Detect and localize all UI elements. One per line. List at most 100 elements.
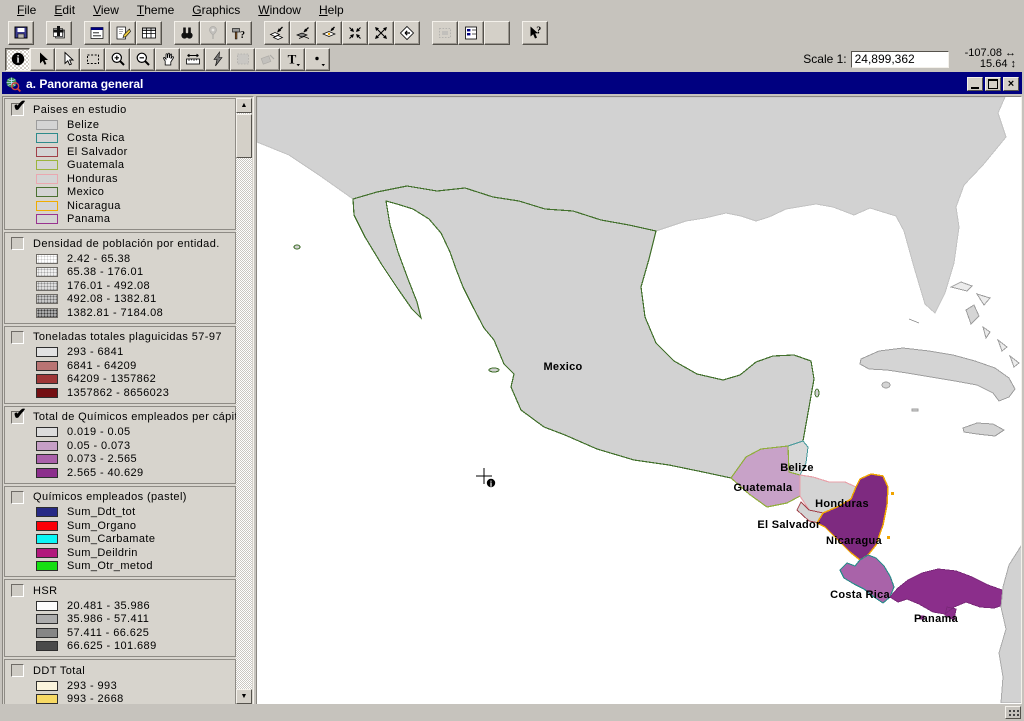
- legend-scrollbar[interactable]: ▲ ▼: [236, 98, 252, 704]
- map-label: Costa Rica: [830, 589, 890, 601]
- view-globe-icon: [5, 76, 21, 92]
- theme-checkbox[interactable]: [11, 103, 24, 116]
- legend-class-label: 2.42 - 65.38: [67, 253, 131, 265]
- map-label: El Salvador: [757, 519, 820, 531]
- scroll-down-button[interactable]: ▼: [236, 689, 252, 704]
- theme-checkbox[interactable]: [11, 237, 24, 250]
- zoom-active-theme-button[interactable]: [290, 21, 316, 45]
- theme-table-button[interactable]: [458, 21, 484, 45]
- text-button[interactable]: T: [280, 48, 305, 71]
- draw-point-button[interactable]: [305, 48, 330, 71]
- zoom-full-extent-icon: [269, 25, 285, 41]
- clear-selection-button[interactable]: [255, 48, 280, 71]
- scale-input[interactable]: [851, 51, 949, 68]
- vertical-arrow-icon: ↕: [1011, 58, 1017, 70]
- find-button[interactable]: [174, 21, 200, 45]
- legend-class-label: 492.08 - 1382.81: [67, 293, 157, 305]
- scrollbar-thumb[interactable]: [236, 114, 252, 158]
- status-bar: [0, 704, 1024, 721]
- hotlink-icon: [210, 51, 226, 67]
- menu-help[interactable]: Help: [310, 1, 353, 19]
- minimize-button[interactable]: [967, 77, 983, 91]
- svg-text:T: T: [287, 52, 296, 67]
- theme-checkbox[interactable]: [11, 411, 24, 424]
- legend-class-label: Nicaragua: [67, 200, 121, 212]
- pointer-button[interactable]: [30, 48, 55, 71]
- blank-button[interactable]: [484, 21, 510, 45]
- query-builder-button[interactable]: ?: [226, 21, 252, 45]
- theme-title[interactable]: Toneladas totales plaguicidas 57-97: [33, 331, 222, 343]
- save-project-button[interactable]: [8, 21, 34, 45]
- legend-class-row: 0.019 - 0.05: [36, 426, 233, 440]
- legend-class-label: 57.411 - 66.625: [67, 627, 149, 639]
- legend-class-row: Mexico: [36, 186, 233, 200]
- scroll-up-button[interactable]: ▲: [236, 98, 252, 113]
- help-pointer-button[interactable]: ?: [522, 21, 548, 45]
- theme-properties-button[interactable]: [84, 21, 110, 45]
- menu-theme[interactable]: Theme: [128, 1, 183, 19]
- theme-checkbox[interactable]: [11, 584, 24, 597]
- zoom-selected-button[interactable]: [316, 21, 342, 45]
- zoom-previous-button[interactable]: [394, 21, 420, 45]
- theme-table-icon: [463, 25, 479, 41]
- legend-swatch: [36, 254, 58, 264]
- locate-button[interactable]: [200, 21, 226, 45]
- vertex-edit-button[interactable]: [55, 48, 80, 71]
- view-titlebar[interactable]: a. Panorama general ×: [2, 74, 1022, 94]
- legend-class-row: 0.073 - 2.565: [36, 453, 233, 467]
- legend-swatch: [36, 694, 58, 704]
- maximize-button[interactable]: [985, 77, 1001, 91]
- scale-label: Scale 1:: [803, 52, 846, 66]
- zoom-out-fixed-button[interactable]: [368, 21, 394, 45]
- select-feature-button[interactable]: [80, 48, 105, 71]
- legend-class-row: 293 - 993: [36, 679, 233, 693]
- legend-swatch: [36, 281, 58, 291]
- zoom-out-button[interactable]: [130, 48, 155, 71]
- legend-swatch: [36, 201, 58, 211]
- legend-class-label: Panama: [67, 213, 110, 225]
- menu-edit[interactable]: Edit: [45, 1, 84, 19]
- menu-graphics[interactable]: Graphics: [183, 1, 249, 19]
- add-theme-button[interactable]: [46, 21, 72, 45]
- identify-button[interactable]: i: [5, 48, 30, 71]
- pan-button[interactable]: [155, 48, 180, 71]
- theme-title[interactable]: DDT Total: [33, 665, 85, 677]
- zoom-full-extent-button[interactable]: [264, 21, 290, 45]
- legend-class-row: 993 - 2668: [36, 693, 233, 705]
- open-theme-table-button[interactable]: [136, 21, 162, 45]
- menu-view[interactable]: View: [84, 1, 128, 19]
- legend-panel: Paises en estudioBelizeCosta RicaEl Salv…: [2, 96, 254, 706]
- theme-title[interactable]: HSR: [33, 585, 57, 597]
- svg-text:?: ?: [536, 25, 541, 36]
- zoom-in-fixed-button[interactable]: [342, 21, 368, 45]
- measure-button[interactable]: [180, 48, 205, 71]
- legend-class-row: Belize: [36, 118, 233, 132]
- locate-icon: [205, 25, 221, 41]
- legend-class-label: 6841 - 64209: [67, 360, 137, 372]
- zoom-in-button[interactable]: [105, 48, 130, 71]
- map-label: Belize: [780, 462, 814, 474]
- edit-legend-button[interactable]: [110, 21, 136, 45]
- legend-class-label: 0.019 - 0.05: [67, 426, 131, 438]
- theme-title[interactable]: Paises en estudio: [33, 104, 127, 116]
- close-button[interactable]: ×: [1003, 77, 1019, 91]
- resize-grip[interactable]: [1005, 706, 1021, 719]
- coordinate-readout: -107.08 ↔ 15.64 ↕: [965, 48, 1016, 70]
- legend-class-label: 0.05 - 0.073: [67, 440, 131, 452]
- select-area-button[interactable]: [230, 48, 255, 71]
- menu-file[interactable]: File: [8, 1, 45, 19]
- theme-title[interactable]: Total de Químicos empleados per cápit.: [33, 411, 236, 423]
- theme-checkbox[interactable]: [11, 664, 24, 677]
- theme-checkbox[interactable]: [11, 331, 24, 344]
- select-features-button[interactable]: [432, 21, 458, 45]
- theme-checkbox[interactable]: [11, 491, 24, 504]
- menu-window[interactable]: Window: [249, 1, 310, 19]
- toolbar-main: ??: [0, 19, 1024, 46]
- theme-title[interactable]: Químicos empleados (pastel): [33, 491, 187, 503]
- map-area[interactable]: i MexicoBelizeGuatemalaHondurasEl Salvad…: [256, 96, 1022, 706]
- hotlink-button[interactable]: [205, 48, 230, 71]
- legend-class-label: 176.01 - 492.08: [67, 280, 150, 292]
- legend-class-row: Sum_Deildrin: [36, 546, 233, 560]
- theme-title[interactable]: Densidad de población por entidad.: [33, 238, 220, 250]
- legend-class-label: 0.073 - 2.565: [67, 453, 137, 465]
